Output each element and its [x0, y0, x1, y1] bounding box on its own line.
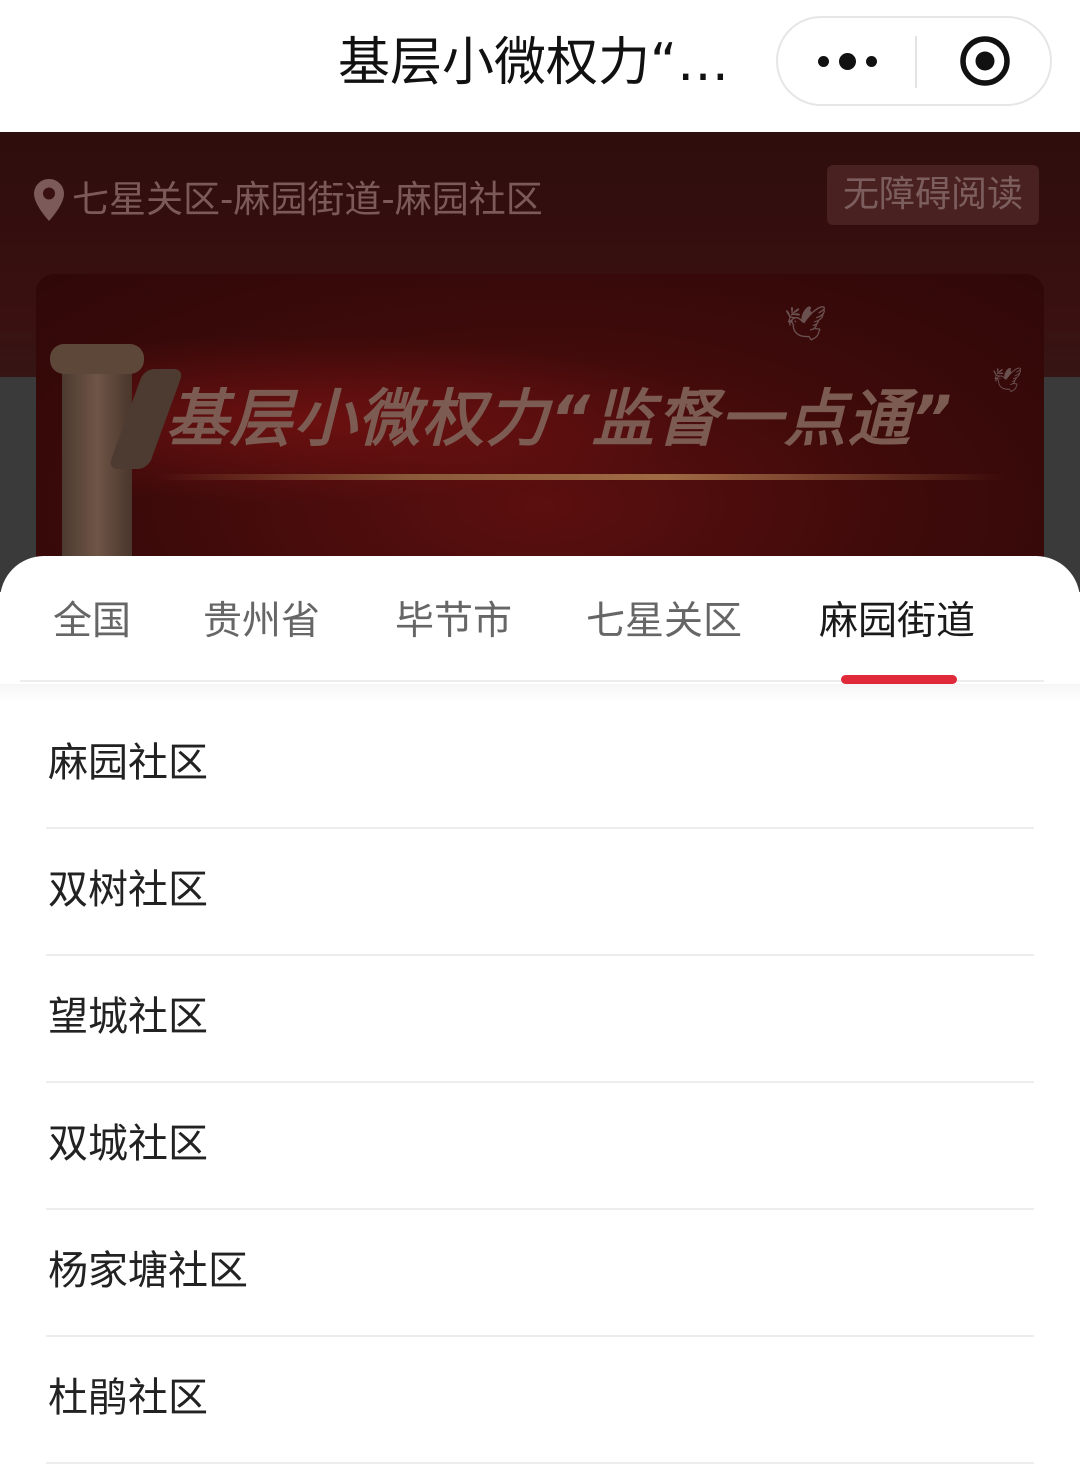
close-button[interactable]	[916, 18, 1054, 104]
location-text: 七星关区-麻园街道-麻园社区	[72, 178, 543, 221]
record-circle-icon	[960, 36, 1010, 86]
accessibility-reading-button[interactable]: 无障碍阅读	[827, 165, 1039, 225]
community-label: 杜鹃社区	[48, 1375, 208, 1421]
tab-qixingguan-district[interactable]: 七星关区	[586, 592, 742, 652]
banner-title: 基层小微权力“监督一点通”	[166, 382, 954, 455]
community-label: 双树社区	[48, 867, 208, 913]
region-selector-sheet: 全国 贵州省 毕节市 七星关区 麻园街道 麻园社区 双树社区 望城社区 双城社区…	[0, 556, 1080, 1484]
list-item-community[interactable]: 双树社区	[46, 829, 1034, 956]
tab-bijie-city[interactable]: 毕节市	[395, 592, 512, 652]
list-item-community[interactable]: 麻园社区	[46, 702, 1034, 829]
list-item-community[interactable]: 杨家塘社区	[46, 1210, 1034, 1337]
active-tab-indicator	[841, 675, 957, 684]
community-label: 望城社区	[48, 994, 208, 1040]
location-breadcrumb: 七星关区-麻园街道-麻园社区	[32, 174, 543, 226]
tab-guizhou-province[interactable]: 贵州省	[203, 592, 320, 652]
region-tabs: 全国 贵州省 毕节市 七星关区 麻园街道	[20, 556, 1044, 684]
tab-mayuan-street[interactable]: 麻园街道	[819, 592, 975, 652]
huabiao-cap-decoration	[50, 344, 144, 374]
page-title: 基层小微权力“…	[338, 33, 729, 93]
list-item-community[interactable]: 杜鹃社区	[46, 1337, 1034, 1464]
tabs-divider-shadow	[0, 684, 1080, 702]
more-dots-icon	[817, 55, 829, 67]
community-label: 双城社区	[48, 1121, 208, 1167]
dove-icon: 🕊	[784, 304, 828, 344]
community-label: 杨家塘社区	[48, 1248, 248, 1294]
dove-icon-small: 🕊	[992, 366, 1023, 394]
list-item-community[interactable]: 双城社区	[46, 1083, 1034, 1210]
tab-national[interactable]: 全国	[53, 592, 131, 652]
mini-program-capsule	[776, 16, 1052, 106]
more-dots-icon-center	[838, 52, 856, 70]
dimmed-background-page[interactable]: 七星关区-麻园街道-麻园社区 无障碍阅读 基层小微权力“监督一点通” 🕊 🕊	[0, 132, 1080, 592]
top-nav-bar: 基层小微权力“…	[0, 0, 1080, 132]
community-label: 麻园社区	[48, 740, 208, 786]
banner-image: 基层小微权力“监督一点通” 🕊 🕊	[36, 274, 1044, 592]
more-button[interactable]	[778, 18, 916, 104]
map-pin-icon	[34, 179, 64, 221]
more-dots-icon-right	[865, 55, 877, 67]
banner-gold-line	[156, 474, 1006, 480]
list-item-community[interactable]: 望城社区	[46, 956, 1034, 1083]
